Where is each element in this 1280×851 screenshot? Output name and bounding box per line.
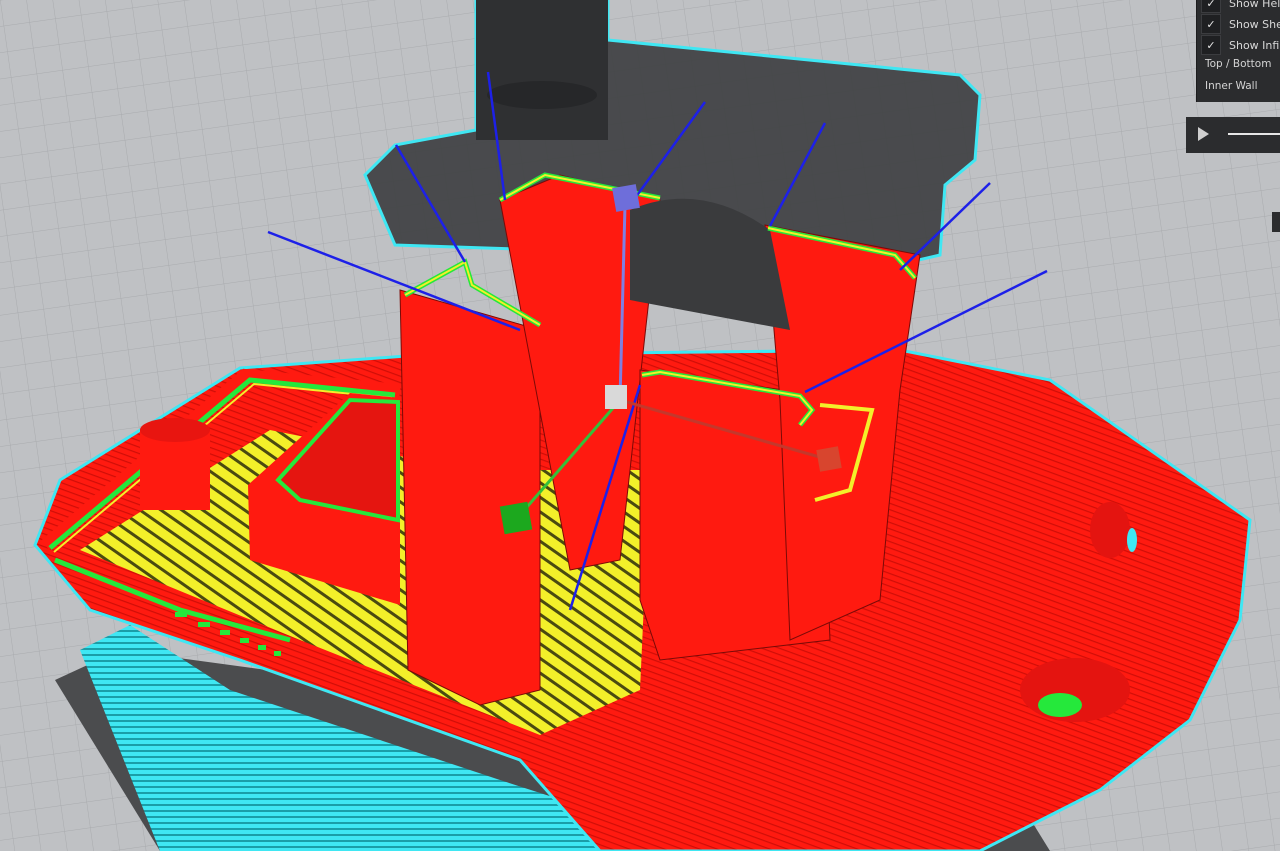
show-infill-label: Show Infill xyxy=(1229,38,1280,52)
show-helpers-option[interactable]: ✓ Show Helpers xyxy=(1201,0,1280,13)
show-helpers-checkbox[interactable]: ✓ xyxy=(1201,0,1221,13)
show-helpers-label: Show Helpers xyxy=(1229,0,1280,10)
legend-inner-wall: Inner Wall xyxy=(1205,80,1258,92)
show-shell-checkbox[interactable]: ✓ xyxy=(1201,14,1221,34)
legend-top-bottom: Top / Bottom xyxy=(1205,58,1272,70)
side-panel-tab[interactable] xyxy=(1272,212,1280,232)
checkmark-icon: ✓ xyxy=(1206,17,1216,31)
show-shell-option[interactable]: ✓ Show Shell xyxy=(1201,14,1280,34)
checkmark-icon: ✓ xyxy=(1206,0,1216,10)
show-infill-checkbox[interactable]: ✓ xyxy=(1201,35,1221,55)
layer-view-panel: ✓ Show Helpers ✓ Show Shell ✓ Show Infil… xyxy=(1196,0,1280,102)
show-shell-label: Show Shell xyxy=(1229,17,1280,31)
show-infill-option[interactable]: ✓ Show Infill xyxy=(1201,35,1280,55)
layer-view-viewport[interactable] xyxy=(0,0,1280,851)
checkmark-icon: ✓ xyxy=(1206,38,1216,52)
layer-slider xyxy=(1186,117,1280,153)
play-icon[interactable] xyxy=(1198,127,1209,141)
sliced-model-render xyxy=(0,0,1280,851)
layer-slider-track[interactable] xyxy=(1228,133,1280,135)
